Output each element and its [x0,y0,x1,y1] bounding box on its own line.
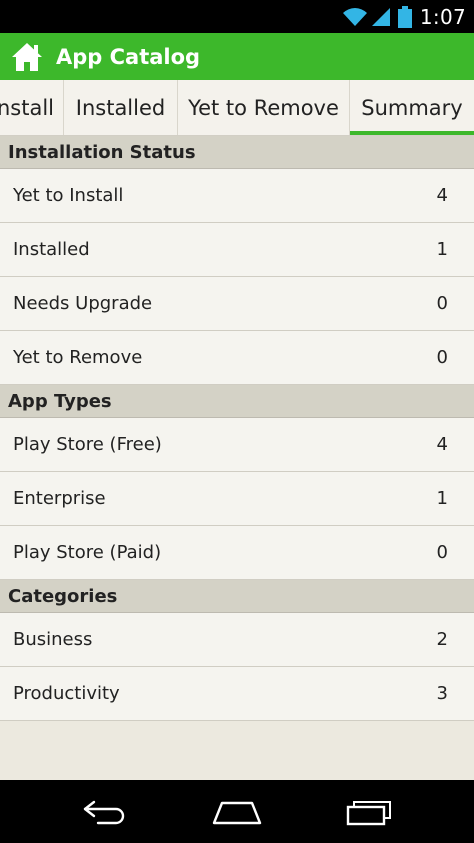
back-icon[interactable] [75,792,135,832]
row-label: Needs Upgrade [13,293,153,314]
section-header-app-types: App Types [0,385,474,418]
tab-label: Installed [75,95,166,120]
action-bar: App Catalog [0,33,474,80]
row-count: 0 [436,293,448,314]
wifi-icon [342,7,367,26]
section-header-installation-status: Installation Status [0,136,474,169]
status-time: 1:07 [419,4,466,29]
tab-label: Summary [361,95,463,120]
signal-icon [371,7,390,26]
row-label: Yet to Remove [13,347,143,368]
battery-icon [397,5,412,28]
tab-yet-to-remove[interactable]: Yet to Remove [178,80,350,135]
app-title: App Catalog [56,44,201,69]
list-item[interactable]: Installed 1 [0,223,474,277]
list-item[interactable]: Yet to Remove 0 [0,331,474,385]
list-item[interactable]: Enterprise 1 [0,472,474,526]
tab-summary[interactable]: Summary [350,80,474,135]
list-item[interactable]: Needs Upgrade 0 [0,277,474,331]
summary-list: Installation Status Yet to Install 4 Ins… [0,136,474,780]
row-count: 1 [436,239,448,260]
list-item[interactable]: Play Store (Paid) 0 [0,526,474,580]
tab-strip: nstall Installed Yet to Remove Summary [0,80,474,136]
row-count: 2 [436,629,448,650]
row-count: 3 [436,683,448,704]
recent-apps-icon[interactable] [340,792,400,832]
row-label: Play Store (Paid) [13,542,162,563]
row-label: Business [13,629,93,650]
row-label: Yet to Install [13,185,124,206]
row-count: 4 [436,434,448,455]
list-item[interactable]: Yet to Install 4 [0,169,474,223]
tab-install[interactable]: nstall [0,80,64,135]
row-count: 4 [436,185,448,206]
tab-label: nstall [0,95,55,120]
list-item[interactable]: Productivity 3 [0,667,474,721]
home-nav-icon[interactable] [207,792,267,832]
status-icons: 1:07 [342,0,474,33]
navigation-bar [0,780,474,843]
tab-installed[interactable]: Installed [64,80,178,135]
home-icon[interactable] [8,38,46,76]
row-count: 0 [436,542,448,563]
row-label: Installed [13,239,90,260]
tab-label: Yet to Remove [188,95,339,120]
row-label: Enterprise [13,488,106,509]
status-bar: 1:07 [0,0,474,33]
row-label: Productivity [13,683,120,704]
section-header-categories: Categories [0,580,474,613]
row-count: 1 [436,488,448,509]
row-count: 0 [436,347,448,368]
list-item[interactable]: Play Store (Free) 4 [0,418,474,472]
row-label: Play Store (Free) [13,434,162,455]
list-item[interactable]: Business 2 [0,613,474,667]
